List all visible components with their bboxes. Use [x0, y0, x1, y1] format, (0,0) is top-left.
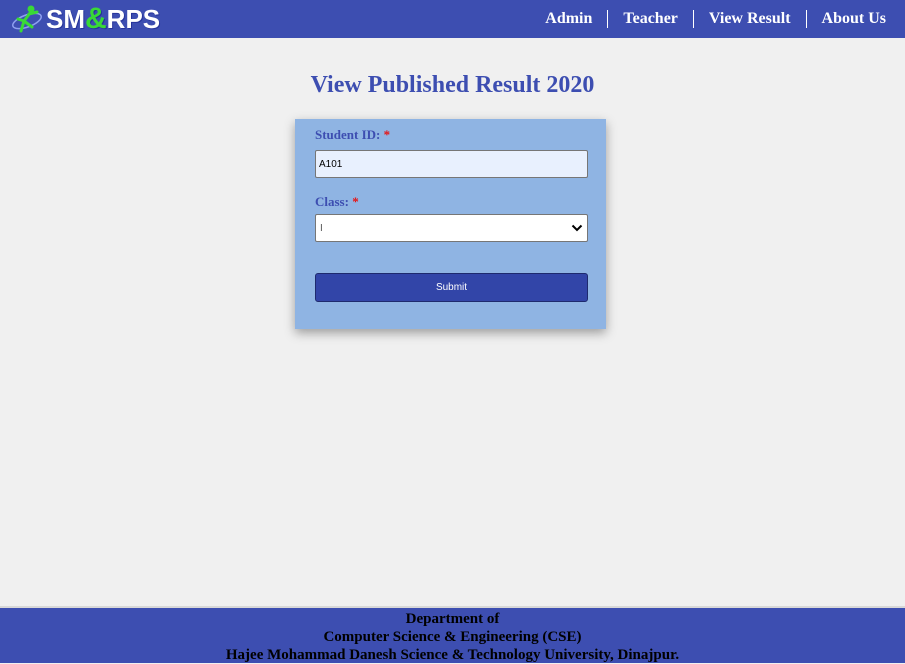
student-id-input[interactable] [315, 150, 588, 178]
page-title: View Published Result 2020 [310, 72, 595, 98]
top-navbar: SM&RPS Admin Teacher View Result About U… [0, 0, 905, 38]
class-select[interactable]: I [315, 214, 588, 242]
class-label: Class: * [315, 194, 359, 209]
nav-teacher[interactable]: Teacher [607, 10, 693, 28]
nav-view-result[interactable]: View Result [692, 10, 806, 28]
footer-department: Department of [405, 611, 500, 627]
nav-about-us[interactable]: About Us [805, 10, 901, 28]
result-form: Student ID: * Class: * I Submit [295, 119, 606, 329]
submit-button[interactable]: Submit [315, 273, 588, 302]
class-selected-value: I [320, 222, 323, 234]
footer-dept-name: Computer Science & Engineering (CSE) [323, 629, 582, 645]
chevron-down-icon [571, 224, 583, 232]
logo-figure-icon [12, 5, 42, 33]
student-id-label: Student ID: * [315, 127, 391, 142]
nav-admin[interactable]: Admin [530, 10, 607, 28]
footer-university: Hajee Mohammad Danesh Science & Technolo… [225, 647, 680, 663]
site-logo[interactable]: SM&RPS [10, 3, 160, 35]
logo-text: SM&RPS [46, 2, 161, 35]
nav-menu: Admin Teacher View Result About Us [530, 0, 901, 38]
footer: Department of Computer Science & Enginee… [0, 606, 905, 663]
required-mark: * [383, 127, 391, 142]
required-mark: * [352, 194, 359, 209]
